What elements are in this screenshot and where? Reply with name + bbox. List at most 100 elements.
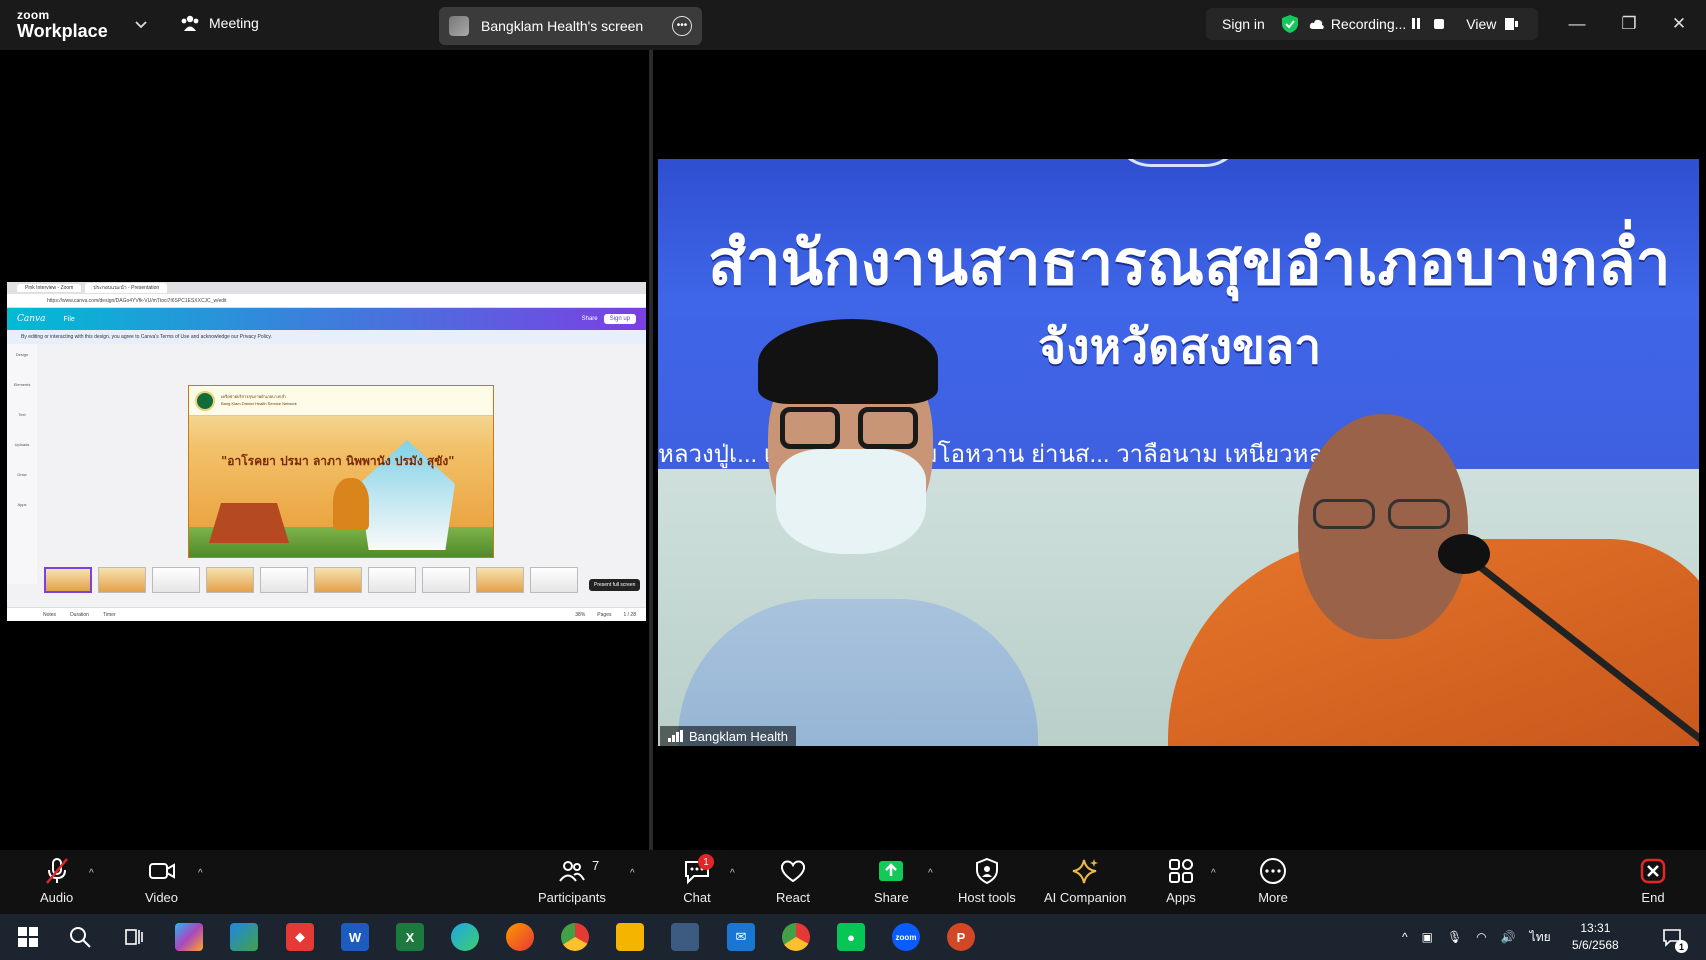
powerpoint-icon[interactable]: P [947, 923, 975, 951]
close-icon[interactable]: ✕ [1668, 13, 1690, 35]
slide-thumbnail [152, 567, 200, 593]
chrome-profile-icon[interactable] [782, 923, 810, 951]
restore-icon[interactable]: ❐ [1618, 13, 1640, 35]
share-title: Bangklam Health's screen [481, 18, 644, 34]
apps-options-caret[interactable]: ^ [1211, 868, 1216, 879]
edge-icon[interactable] [451, 923, 479, 951]
video-camera-icon [148, 863, 175, 879]
participants-options-caret[interactable]: ^ [630, 868, 635, 879]
canva-share: Share [581, 316, 598, 322]
search-icon[interactable] [66, 923, 94, 951]
slide-header-text: เครือข่ายบริการสุขภาพอำเภอบางกล่ำ Bang K… [221, 394, 297, 406]
chat-label: Chat [683, 890, 711, 905]
stop-recording-icon[interactable] [1434, 19, 1445, 29]
slide-monk-figure [333, 478, 369, 530]
end-meeting-button[interactable]: End [1638, 856, 1668, 905]
view-menu[interactable]: View [1466, 16, 1519, 32]
signal-bars-icon [668, 730, 683, 742]
pause-recording-icon[interactable] [1412, 16, 1422, 32]
chrome-icon[interactable] [561, 923, 589, 951]
chat-options-caret[interactable]: ^ [730, 868, 735, 879]
meeting-menu[interactable]: Meeting [180, 14, 259, 32]
microphone-tray-icon[interactable]: 🎙 [1447, 930, 1462, 944]
windows-taskbar: ◆ W X ✉ ● zoom P ^ ▣ 🎙 ◠ 🔊 ไทย 13:31 5/6… [0, 914, 1706, 960]
excel-icon[interactable]: X [396, 923, 424, 951]
shared-screen-view[interactable]: Pink Interview - Zoom ประกอบแนะนำ - Pres… [7, 282, 646, 621]
wifi-icon[interactable]: ◠ [1476, 930, 1486, 944]
participants-label: Participants [538, 890, 606, 905]
canva-sidebar: Design Elements Text Uploads Draw Apps [7, 344, 37, 584]
brand-line1: zoom [17, 8, 50, 22]
banner-line1: สำนักงานสาธารณสุขอำเภอบางกล่ำ [708, 229, 1671, 298]
ai-companion-button[interactable]: AI Companion [1044, 856, 1126, 905]
screen-share-indicator[interactable]: Bangklam Health's screen ••• [439, 7, 702, 45]
more-options-icon[interactable]: ••• [672, 16, 692, 36]
banner-line2: จังหวัดสงขลา [1038, 321, 1322, 374]
volume-icon[interactable]: 🔊 [1501, 930, 1516, 944]
anydesk-icon[interactable]: ◆ [286, 923, 314, 951]
notifications-icon[interactable]: 1 [1658, 923, 1688, 953]
health-logo [195, 390, 215, 411]
more-button[interactable]: More [1258, 856, 1288, 905]
store-icon[interactable] [671, 923, 699, 951]
browser-tab: Pink Interview - Zoom [17, 284, 82, 292]
clock-time: 13:31 [1580, 921, 1611, 935]
recording-status[interactable]: Recording... [1309, 16, 1445, 32]
sign-in-button[interactable]: Sign in [1222, 16, 1265, 32]
share-options-caret[interactable]: ^ [928, 868, 933, 879]
participants-button[interactable]: 7 Participants [538, 856, 606, 905]
participants-icon [559, 861, 585, 882]
apps-label: Apps [1166, 890, 1196, 905]
apps-icon [1169, 859, 1193, 883]
slide-thumbnail [206, 567, 254, 593]
chevron-down-icon[interactable] [134, 17, 148, 31]
audio-label: Audio [40, 890, 74, 905]
canva-side-item: Apps [17, 502, 27, 507]
copilot-icon[interactable] [175, 923, 203, 951]
glasses-lens [1388, 499, 1450, 529]
host-shield-icon [975, 857, 998, 885]
firefox-icon[interactable] [506, 923, 534, 951]
audio-options-caret[interactable]: ^ [89, 868, 94, 879]
canva-side-item: Design [15, 352, 29, 357]
chevron-up-icon[interactable]: ^ [1402, 930, 1408, 944]
end-x-icon [1640, 858, 1666, 884]
video-button[interactable]: Video [145, 856, 178, 905]
react-button[interactable]: React [776, 856, 810, 905]
app-icon[interactable] [230, 923, 258, 951]
minimize-icon[interactable]: — [1566, 13, 1588, 35]
line-icon[interactable]: ● [837, 923, 865, 951]
file-explorer-icon[interactable] [616, 923, 644, 951]
audio-button[interactable]: Audio [40, 856, 73, 905]
canva-footer: Notes Duration Timer 38% Pages 1 / 28 [7, 607, 646, 621]
meeting-controls: Audio ^ Video ^ 7 Participants ^ 1 Chat … [0, 850, 1706, 914]
meeting-label: Meeting [209, 15, 259, 31]
task-view-icon[interactable] [120, 923, 148, 951]
meet-now-icon[interactable]: ▣ [1422, 930, 1433, 944]
canva-file-menu: File [63, 315, 75, 323]
zoom-workplace-logo: zoom Workplace [17, 9, 108, 40]
slide-thumbnail [98, 567, 146, 593]
system-clock[interactable]: 13:31 5/6/2568 [1572, 920, 1619, 954]
chat-button[interactable]: 1 Chat [682, 854, 714, 905]
browser-url: https://www.canva.com/design/DAGo4YVfk-V… [7, 294, 646, 308]
encryption-shield-icon[interactable] [1281, 14, 1299, 34]
slide-preview: เครือข่ายบริการสุขภาพอำเภอบางกล่ำ Bang K… [188, 385, 494, 558]
participant-video-tile[interactable]: สำนักงานสาธารณสุขอำเภอบางกล่ำ จังหวัดสงข… [658, 159, 1699, 746]
input-language[interactable]: ไทย [1530, 928, 1551, 947]
participants-count: 7 [592, 858, 600, 873]
word-icon[interactable]: W [341, 923, 369, 951]
cloud-recording-icon [1309, 19, 1324, 29]
panel-divider[interactable] [649, 50, 653, 850]
apps-button[interactable]: Apps [1166, 856, 1196, 905]
windows-start-icon[interactable] [14, 923, 42, 951]
banner-emblem [1113, 159, 1243, 167]
zoom-taskbar-icon[interactable]: zoom [892, 923, 920, 951]
host-tools-button[interactable]: Host tools [958, 856, 1016, 905]
video-label: Video [145, 890, 179, 905]
participant-name: Bangklam Health [689, 728, 788, 744]
more-dots-icon [1260, 858, 1286, 884]
share-screen-button[interactable]: Share [874, 856, 909, 905]
video-options-caret[interactable]: ^ [198, 868, 203, 879]
mail-icon[interactable]: ✉ [727, 923, 755, 951]
